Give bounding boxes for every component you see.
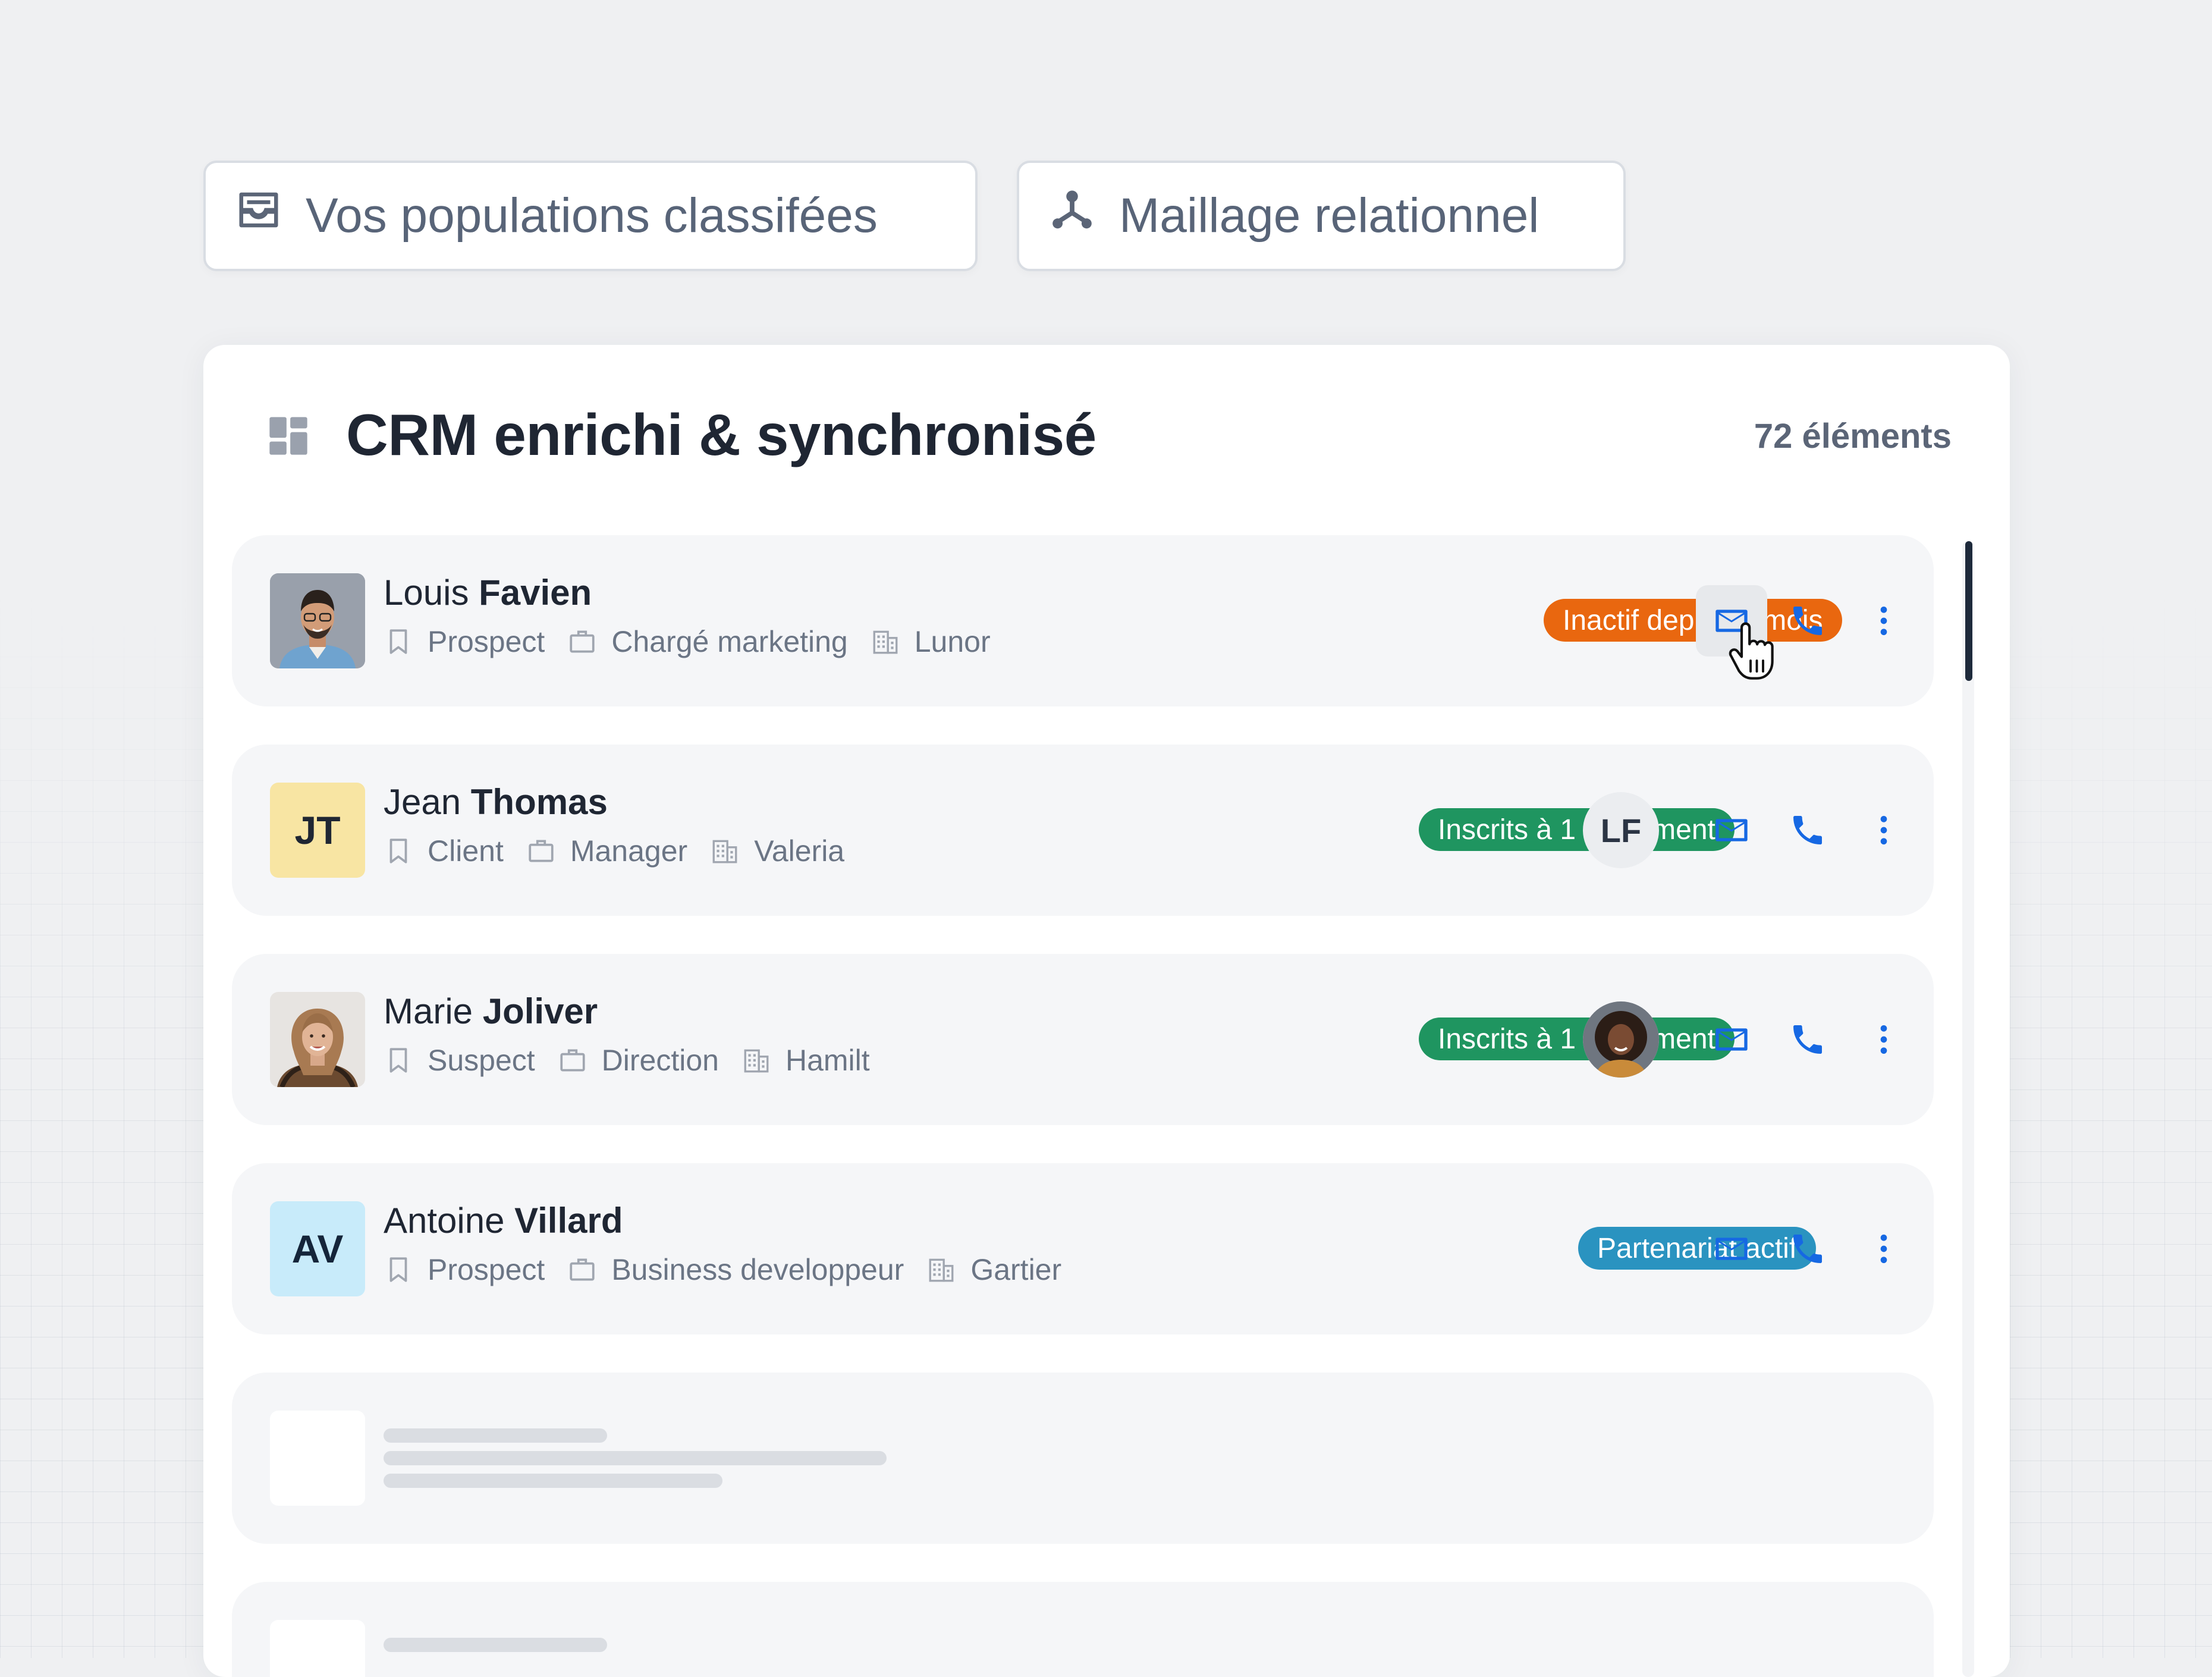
contact-status: Prospect: [428, 625, 545, 658]
contact-status: Client: [428, 834, 504, 868]
more-button[interactable]: [1848, 1004, 1919, 1075]
briefcase-icon: [570, 630, 595, 653]
building-icon: [712, 840, 737, 863]
mail-icon: [1715, 610, 1748, 632]
contact-meta: Prospect Chargé marketing Lunor: [384, 624, 1013, 659]
skeleton-line: [384, 1474, 722, 1488]
mail-icon: [1715, 1238, 1748, 1260]
contact-company: Valeria: [754, 834, 845, 868]
avatar: AV: [270, 1201, 365, 1296]
scrollbar-track[interactable]: [1962, 541, 1974, 1677]
contact-row[interactable]: AV Antoine Villard Prospect Business dev…: [232, 1163, 1934, 1334]
contact-name[interactable]: Marie Joliver: [384, 991, 598, 1032]
owner-avatar[interactable]: [1583, 1001, 1659, 1078]
bookmark-icon: [389, 1048, 407, 1073]
contact-role: Direction: [601, 1044, 719, 1077]
status-badge: Inscrits à 1 lancement: [1419, 808, 1735, 851]
contact-row[interactable]: JT Jean Thomas Client Manager Valeria In…: [232, 745, 1934, 916]
contact-row[interactable]: Marie Joliver Suspect Direction Hamilt I…: [232, 954, 1934, 1125]
contact-meta: Suspect Direction Hamilt: [384, 1043, 893, 1078]
phone-icon: [1793, 607, 1822, 635]
phone-icon: [1793, 816, 1822, 844]
more-button[interactable]: [1848, 1213, 1919, 1285]
contact-status: Suspect: [428, 1044, 535, 1077]
phone-button[interactable]: [1772, 1213, 1843, 1285]
bookmark-icon: [389, 839, 407, 863]
phone-icon: [1793, 1025, 1822, 1054]
contact-company: Hamilt: [785, 1044, 870, 1077]
contact-company: Gartier: [970, 1253, 1062, 1286]
mail-button[interactable]: [1696, 1213, 1767, 1285]
phone-button[interactable]: [1772, 585, 1843, 657]
contact-status: Prospect: [428, 1253, 545, 1286]
skeleton-row: [232, 1373, 1934, 1544]
building-icon: [873, 630, 898, 654]
skeleton-avatar: [270, 1411, 365, 1506]
contact-role: Business developpeur: [611, 1253, 904, 1286]
contact-role: Manager: [570, 834, 688, 868]
briefcase-icon: [560, 1049, 585, 1072]
building-icon: [744, 1049, 769, 1073]
phone-icon: [1793, 1235, 1822, 1263]
bookmark-icon: [389, 1257, 407, 1282]
avatar: [270, 992, 365, 1087]
phone-button[interactable]: [1772, 1004, 1843, 1075]
contact-name[interactable]: Louis Favien: [384, 572, 592, 613]
scrollbar-thumb[interactable]: [1965, 541, 1972, 681]
avatar: JT: [270, 783, 365, 878]
mail-icon: [1715, 1028, 1748, 1051]
tab-label: Maillage relationnel: [1119, 189, 1539, 243]
more-vertical-icon: [1880, 1235, 1887, 1263]
contact-name[interactable]: Jean Thomas: [384, 781, 608, 822]
mail-icon: [1715, 819, 1748, 841]
more-vertical-icon: [1880, 816, 1887, 844]
crm-card: CRM enrichi & synchronisé 72 éléments Lo…: [203, 345, 2010, 1677]
contact-name[interactable]: Antoine Villard: [384, 1200, 623, 1241]
contact-row[interactable]: Louis Favien Prospect Chargé marketing L…: [232, 535, 1934, 706]
skeleton-line: [384, 1638, 607, 1652]
mail-button[interactable]: [1696, 585, 1767, 657]
contact-meta: Prospect Business developpeur Gartier: [384, 1252, 1084, 1287]
skeleton-line: [384, 1428, 607, 1443]
tab-populations[interactable]: Vos populations classifées: [203, 161, 978, 271]
building-icon: [929, 1258, 954, 1282]
more-button[interactable]: [1848, 794, 1919, 866]
more-vertical-icon: [1880, 607, 1887, 635]
briefcase-icon: [570, 1258, 595, 1281]
phone-button[interactable]: [1772, 794, 1843, 866]
contact-meta: Client Manager Valeria: [384, 834, 867, 868]
skeleton-avatar: [270, 1620, 365, 1677]
dashboard-icon: [266, 413, 311, 458]
skeleton-line: [384, 1451, 887, 1465]
tab-label: Vos populations classifées: [306, 189, 878, 243]
bookmark-icon: [389, 629, 407, 654]
more-vertical-icon: [1880, 1025, 1887, 1054]
inbox-icon: [235, 187, 306, 245]
item-count: 72 éléments: [1754, 417, 1952, 456]
briefcase-icon: [529, 840, 554, 862]
owner-avatar[interactable]: LF: [1583, 792, 1659, 868]
avatar: [270, 573, 365, 668]
status-badge: Inscrits à 1 lancement: [1419, 1017, 1735, 1060]
page-title: CRM enrichi & synchronisé: [346, 402, 1096, 467]
contact-company: Lunor: [914, 625, 991, 658]
contact-role: Chargé marketing: [611, 625, 848, 658]
skeleton-row: [232, 1582, 1934, 1677]
mail-button[interactable]: [1696, 1004, 1767, 1075]
mail-button[interactable]: [1696, 794, 1767, 866]
more-button[interactable]: [1848, 585, 1919, 657]
network-icon: [1049, 187, 1119, 245]
tab-maillage[interactable]: Maillage relationnel: [1017, 161, 1626, 271]
